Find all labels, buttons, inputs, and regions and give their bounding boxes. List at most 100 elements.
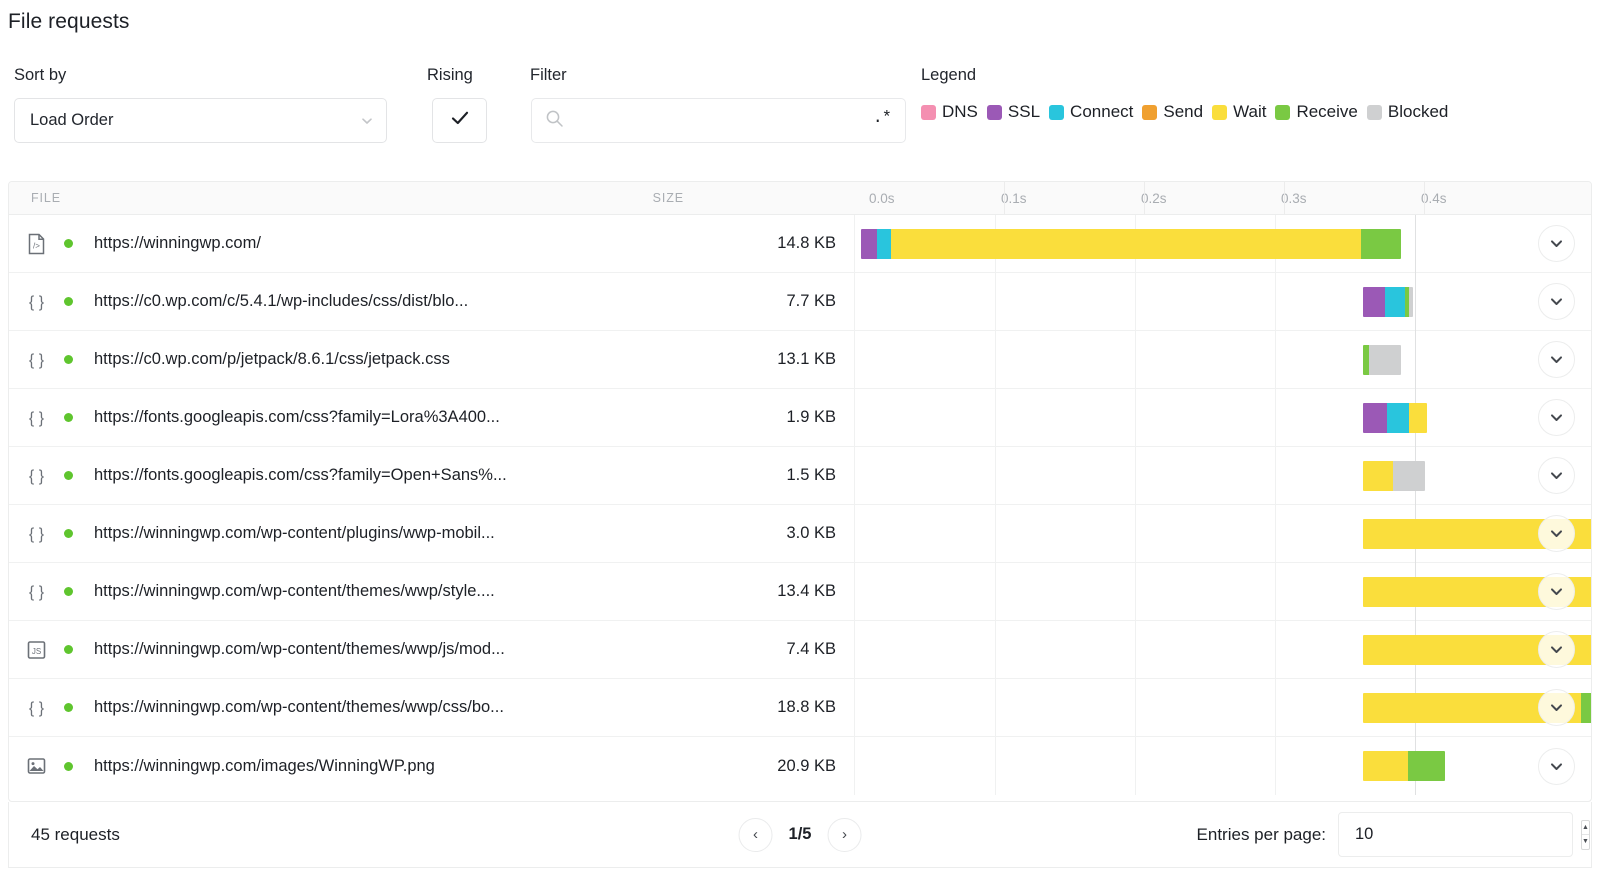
expand-row-button[interactable] — [1537, 225, 1575, 262]
waterfall-gridline — [1135, 620, 1136, 679]
entries-per-page-field[interactable]: ▲ ▼ — [1338, 812, 1590, 857]
table-row[interactable]: JS https://winningwp.com/wp-content/theme… — [9, 620, 1591, 679]
waterfall-bar[interactable] — [1363, 460, 1425, 491]
filter-input[interactable] — [573, 111, 864, 130]
table-row[interactable]: { } https://winningwp.com/wp-content/them… — [9, 678, 1591, 737]
chevron-down-icon — [1550, 588, 1562, 595]
waterfall-gridline — [1135, 330, 1136, 389]
file-size: 7.7 KB — [786, 292, 836, 310]
waterfall-gridline — [995, 562, 996, 621]
expand-row-button[interactable] — [1537, 399, 1575, 436]
expand-row-button[interactable] — [1537, 515, 1575, 552]
status-dot-icon — [64, 355, 73, 364]
expand-cell — [1521, 273, 1591, 331]
waterfall-segment-blocked — [1409, 286, 1413, 317]
expand-row-button[interactable] — [1537, 341, 1575, 378]
next-page-button[interactable]: › — [827, 817, 862, 852]
table-row[interactable]: { } https://c0.wp.com/p/jetpack/8.6.1/css… — [9, 330, 1591, 389]
waterfall-cell — [854, 678, 1591, 737]
file-url[interactable]: https://winningwp.com/ — [86, 234, 704, 253]
expand-row-button[interactable] — [1537, 283, 1575, 320]
waterfall-gridline — [1275, 678, 1276, 737]
expand-row-button[interactable] — [1537, 747, 1575, 785]
file-url[interactable]: https://fonts.googleapis.com/css?family=… — [86, 466, 704, 485]
file-url[interactable]: https://winningwp.com/wp-content/plugins… — [86, 524, 704, 543]
waterfall-bar[interactable] — [861, 228, 1401, 259]
waterfall-cell — [854, 272, 1591, 331]
legend-item-label: Blocked — [1387, 102, 1449, 121]
waterfall-gridline — [1275, 504, 1276, 563]
entries-stepper[interactable]: ▲ ▼ — [1581, 819, 1590, 850]
legend-item-connect: Connect — [1049, 102, 1133, 122]
rising-label: Rising — [427, 66, 473, 84]
file-url[interactable]: https://fonts.googleapis.com/css?family=… — [86, 408, 704, 427]
waterfall-bar[interactable] — [1363, 286, 1413, 317]
status-indicator — [64, 587, 86, 596]
file-url[interactable]: https://c0.wp.com/c/5.4.1/wp-includes/cs… — [86, 292, 704, 311]
svg-text:{ }: { } — [29, 352, 45, 369]
file-size: 13.4 KB — [777, 582, 836, 600]
prev-page-button[interactable]: ‹ — [738, 817, 773, 852]
legend-item-label: Send — [1163, 102, 1204, 121]
status-indicator — [64, 297, 86, 306]
waterfall-bar[interactable] — [1363, 751, 1445, 781]
svg-text:{ }: { } — [29, 410, 45, 427]
waterfall-segment-wait — [1363, 460, 1393, 491]
sort-by-label: Sort by — [14, 66, 67, 84]
file-size: 1.9 KB — [786, 408, 836, 426]
file-type-cell: { } — [9, 581, 64, 603]
status-indicator — [64, 355, 86, 364]
sort-by-select[interactable]: Load Order — [14, 98, 387, 143]
regex-toggle[interactable]: .* — [873, 110, 892, 131]
stepper-down-icon[interactable]: ▼ — [1582, 835, 1589, 849]
status-dot-icon — [64, 703, 73, 712]
file-url[interactable]: https://winningwp.com/wp-content/themes/… — [86, 698, 704, 717]
table-row[interactable]: { } https://winningwp.com/wp-content/plug… — [9, 504, 1591, 563]
chevron-down-icon — [360, 114, 374, 128]
expand-row-button[interactable] — [1537, 689, 1575, 726]
stepper-up-icon[interactable]: ▲ — [1582, 821, 1589, 835]
file-size: 14.8 KB — [777, 234, 836, 252]
waterfall-bar[interactable] — [1363, 402, 1427, 433]
expand-cell — [1521, 215, 1591, 273]
waterfall-gridline — [1135, 272, 1136, 331]
waterfall-gridline — [1135, 737, 1136, 795]
table-row[interactable]: /> https://winningwp.com/14.8 KB — [9, 214, 1591, 273]
css-file-icon: { } — [29, 584, 45, 601]
status-dot-icon — [64, 587, 73, 596]
table-row[interactable]: { } https://winningwp.com/wp-content/them… — [9, 562, 1591, 621]
filter-field[interactable]: .* — [531, 98, 906, 143]
file-type-cell: /> — [9, 233, 64, 255]
column-header-size: SIZE — [652, 191, 684, 205]
waterfall-segment-ssl — [1363, 286, 1385, 317]
waterfall-gridline — [1275, 446, 1276, 505]
table-footer: 45 requests ‹ 1/5 › Entries per page: ▲ … — [8, 802, 1592, 868]
expand-row-button[interactable] — [1537, 631, 1575, 668]
file-url[interactable]: https://winningwp.com/images/WinningWP.p… — [86, 757, 704, 776]
table-row[interactable]: https://winningwp.com/images/WinningWP.p… — [9, 737, 1591, 795]
table-row[interactable]: { } https://fonts.googleapis.com/css?fami… — [9, 446, 1591, 505]
table-row[interactable]: { } https://fonts.googleapis.com/css?fami… — [9, 388, 1591, 447]
entries-per-page-input[interactable] — [1355, 825, 1575, 844]
file-url[interactable]: https://c0.wp.com/p/jetpack/8.6.1/css/je… — [86, 350, 704, 369]
waterfall-cell — [854, 562, 1591, 621]
file-url[interactable]: https://winningwp.com/wp-content/themes/… — [86, 640, 704, 659]
waterfall-cell — [854, 504, 1591, 563]
expand-cell — [1521, 331, 1591, 389]
waterfall-gridline — [1275, 388, 1276, 447]
waterfall-bar[interactable] — [1363, 344, 1401, 375]
expand-row-button[interactable] — [1537, 457, 1575, 494]
table-row[interactable]: { } https://c0.wp.com/c/5.4.1/wp-includes… — [9, 272, 1591, 331]
waterfall-gridline — [1135, 388, 1136, 447]
file-requests-panel: File requests Sort by Load Order Rising … — [0, 0, 1600, 880]
request-count: 45 requests — [31, 824, 120, 844]
waterfall-segment-ssl — [861, 228, 877, 259]
legend-item-label: Wait — [1233, 102, 1267, 121]
waterfall-gridline — [1135, 678, 1136, 737]
file-url[interactable]: https://winningwp.com/wp-content/themes/… — [86, 582, 704, 601]
expand-row-button[interactable] — [1537, 573, 1575, 610]
status-dot-icon — [64, 239, 73, 248]
chevron-down-icon — [1550, 530, 1562, 537]
svg-text:JS: JS — [32, 647, 41, 656]
rising-checkbox[interactable] — [432, 98, 487, 143]
